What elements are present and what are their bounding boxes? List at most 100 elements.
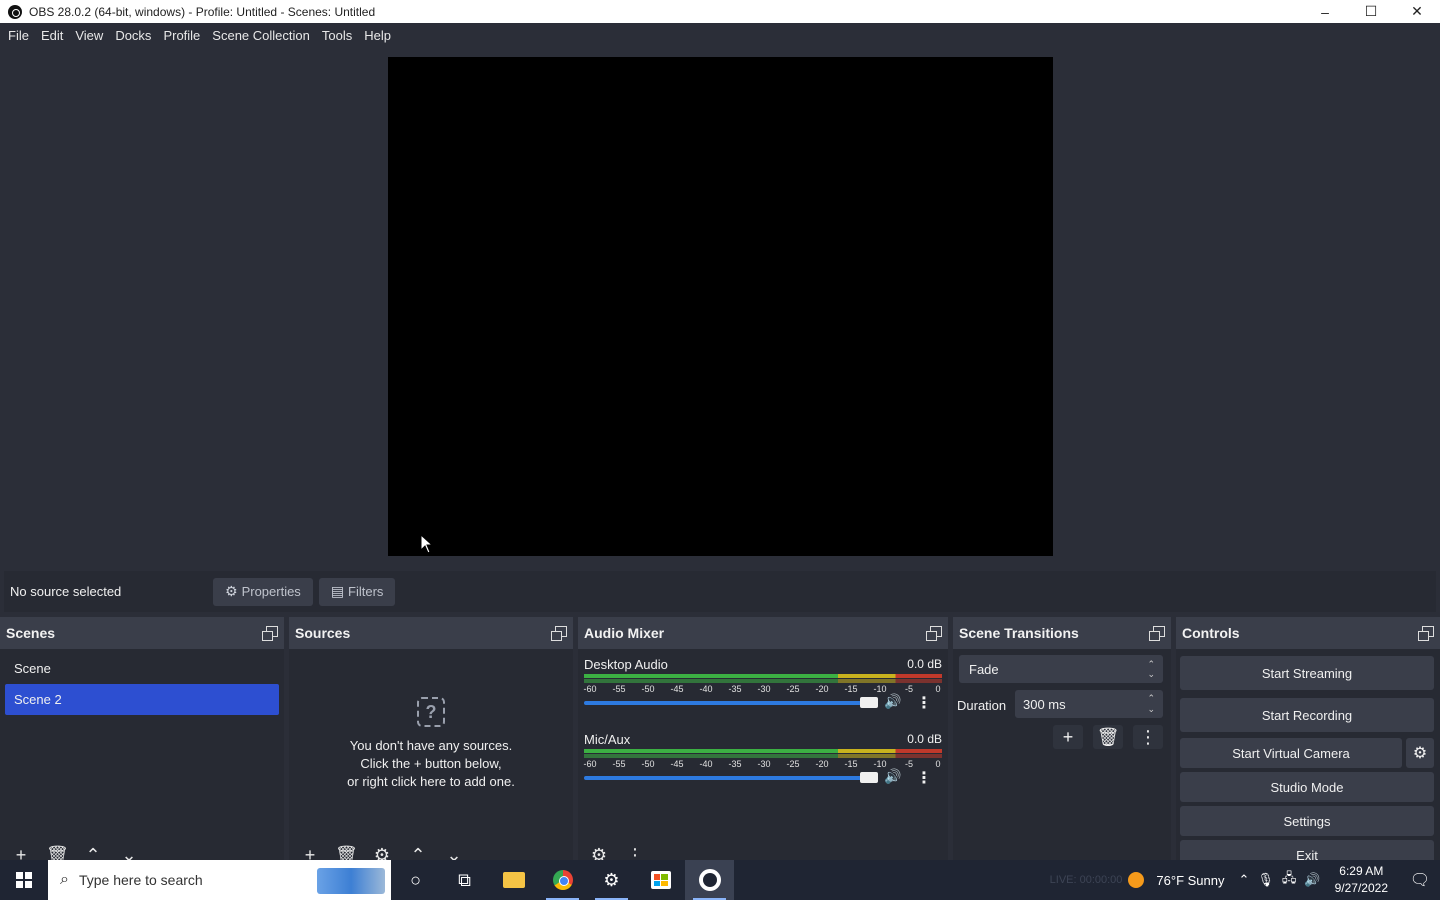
speaker-icon[interactable]: 🔊 [884,768,901,785]
volume-icon[interactable]: 🔊 [1304,872,1320,888]
meter-tick-label: -25 [786,684,800,694]
duration-spinbox[interactable]: 300 ms ⌃ ⌄ [1015,690,1163,718]
minimize-button[interactable]: – [1302,0,1348,23]
properties-button[interactable]: ⚙ Properties [213,577,313,606]
scene-transitions-title: Scene Transitions [959,625,1079,641]
obs-icon [698,869,721,891]
file-explorer-app[interactable] [489,860,538,900]
studio-mode-button[interactable]: Studio Mode [1180,772,1434,802]
store-app[interactable] [636,860,685,900]
start-button[interactable] [0,860,48,900]
faint-status: LIVE: 00:00:00 [1049,874,1123,886]
chrome-app[interactable] [538,860,587,900]
meter-tick-label: -45 [670,684,684,694]
clock[interactable]: 6:29 AM 9/27/2022 [1335,863,1388,897]
settings-app[interactable]: ⚙ [587,860,636,900]
scene-item[interactable]: Scene [5,653,279,684]
chevron-up-icon[interactable]: ⌃ [1239,872,1250,888]
more-options-icon[interactable]: ⋮ [916,768,932,788]
start-streaming-button[interactable]: Start Streaming [1180,656,1434,690]
duration-label: Duration [957,698,1007,713]
menu-profile[interactable]: Profile [157,28,206,43]
start-virtual-camera-button[interactable]: Start Virtual Camera [1180,738,1402,768]
channel-level: 0.0 dB [907,732,942,746]
clock-time: 6:29 AM [1339,864,1384,878]
audio-mixer-dock: Audio Mixer Desktop Audio 0.0 dB -60 -55 -… [578,617,948,864]
taskbar-search[interactable]: ⌕ Type here to search [48,860,391,900]
close-button[interactable]: ✕ [1394,0,1440,23]
undock-icon[interactable] [262,626,278,641]
meter-tick-label: -5 [904,684,914,694]
meter-tick-label: -25 [786,759,800,769]
weather-text[interactable]: 76°F Sunny [1156,873,1224,888]
controls-dock: Controls Start Streaming Start Recording… [1176,617,1440,870]
channel-name: Desktop Audio [584,657,668,672]
undock-icon[interactable] [1149,626,1165,641]
clock-date: 9/27/2022 [1334,881,1388,895]
meter-tick-label: -15 [844,684,858,694]
menu-edit[interactable]: Edit [35,28,69,43]
menu-file[interactable]: File [2,28,35,43]
transition-value: Fade [969,661,999,677]
cortana-icon[interactable]: ○ [391,860,440,900]
transition-menu-icon[interactable]: ⋮ [1133,725,1163,749]
scene-item-selected[interactable]: Scene 2 [5,684,279,715]
no-sources-message[interactable]: ? You don't have any sources. Click the … [289,697,573,791]
undock-icon[interactable] [1418,626,1434,641]
filters-button[interactable]: ▤ Filters [318,577,396,606]
folder-icon [502,872,525,888]
meter-tick-label: -40 [699,684,713,694]
meter-tick-label: -20 [815,759,829,769]
channel-name: Mic/Aux [584,732,631,747]
chevron-updown-icon: ⌃ ⌄ [1147,659,1155,679]
volume-slider-handle[interactable] [860,772,878,783]
remove-transition-icon[interactable]: 🗑 [1093,725,1123,749]
undock-icon[interactable] [926,626,942,641]
menu-view[interactable]: View [69,28,109,43]
empty-line-2: Click the + button below, [360,756,502,771]
meter-tick-label: -55 [612,759,626,769]
meter-tick-label: -15 [844,759,858,769]
speaker-icon[interactable]: 🔊 [884,693,901,710]
microphone-icon[interactable]: 🎙 [1257,872,1274,888]
volume-slider-track[interactable] [584,776,878,780]
network-icon[interactable]: 🖧 [1282,869,1297,891]
mouse-cursor-icon [420,534,434,554]
menu-scene-collection[interactable]: Scene Collection [206,28,316,43]
menu-docks[interactable]: Docks [109,28,157,43]
maximize-button[interactable]: ☐ [1348,0,1394,23]
store-icon [650,871,671,889]
add-transition-icon[interactable]: + [1053,725,1083,749]
settings-button[interactable]: Settings [1180,806,1434,836]
meter-tick-label: -35 [728,684,742,694]
system-tray: LIVE: 00:00:00 76°F Sunny ⌃ 🎙 🖧 🔊 6:29 A… [1050,860,1440,900]
notifications-icon[interactable]: 🗨 [1400,870,1440,890]
start-recording-button[interactable]: Start Recording [1180,698,1434,732]
search-placeholder: Type here to search [78,872,203,888]
scenes-title: Scenes [6,625,56,641]
obs-app[interactable] [685,860,734,900]
scene-transitions-dock: Scene Transitions Fade ⌃ ⌄ Duration 300 m… [953,617,1171,860]
virtual-camera-gear-icon[interactable]: ⚙ [1406,738,1434,768]
menu-help[interactable]: Help [358,28,397,43]
windows-taskbar: ⌕ Type here to search ○ ⧉ ⚙ LIVE: 00:00:… [0,860,1440,900]
transition-buttons: + 🗑 ⋮ [1053,725,1163,749]
more-options-icon[interactable]: ⋮ [916,693,932,713]
empty-line-1: You don't have any sources. [349,738,513,753]
empty-line-3: or right click here to add one. [347,774,515,789]
volume-slider-track[interactable] [584,701,878,705]
preview-canvas[interactable] [388,57,1053,556]
sources-header: Sources [289,617,573,649]
volume-meter [584,749,942,759]
transition-select[interactable]: Fade ⌃ ⌄ [959,655,1163,683]
task-view-icon[interactable]: ⧉ [440,860,489,900]
title-bar: OBS 28.0.2 (64-bit, windows) - Profile: … [0,0,1440,23]
menu-tools[interactable]: Tools [316,28,358,43]
weather-sun-icon [1128,872,1145,888]
volume-slider-handle[interactable] [860,697,878,708]
search-icon: ⌕ [60,871,69,888]
windows-logo-icon [16,872,32,888]
spin-arrows-icon[interactable]: ⌃ ⌄ [1147,693,1155,715]
undock-icon[interactable] [551,626,567,641]
filters-label: Filters [348,584,384,599]
